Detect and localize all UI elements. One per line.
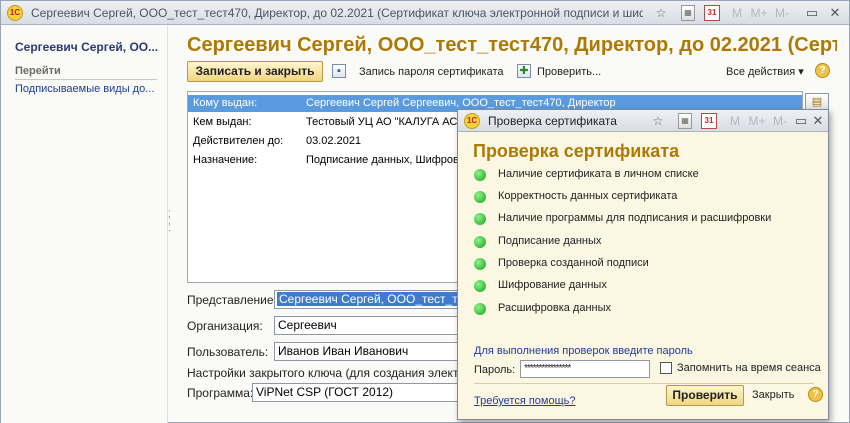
cert-row-value: Сергеевич Сергей Сергеевич, ООО_тест_тес… [306, 97, 616, 109]
password-input[interactable]: **************** [520, 360, 650, 378]
check-certificate-dialog: 1С Проверка сертификата ☆ ▦ 31 M M+ M- ▭… [457, 109, 829, 420]
all-actions-menu[interactable]: Все действия ▾ [726, 65, 804, 79]
main-window-title: Сергеевич Сергей, ООО_тест_тест470, Дире… [31, 6, 643, 20]
memory-m-button[interactable]: M [730, 5, 744, 21]
restore-window-icon[interactable]: ▭ [793, 113, 809, 129]
need-help-link[interactable]: Требуется помощь? [474, 395, 575, 407]
save-icon[interactable]: ▪ [332, 64, 346, 78]
favorite-star-icon[interactable]: ☆ [653, 5, 669, 21]
cert-row-key: Кому выдан: [193, 97, 258, 109]
check-label: Расшифровка данных [498, 302, 612, 314]
program-label: Программа: [187, 386, 254, 400]
cert-row-value: 03.02.2021 [306, 135, 362, 147]
memory-minus-button[interactable]: M- [773, 5, 791, 21]
navigate-section-header: Перейти [15, 65, 157, 80]
status-ok-icon [474, 213, 486, 225]
save-and-close-button[interactable]: Записать и закрыть [187, 61, 323, 82]
1c-logo-icon[interactable]: 1С [7, 5, 23, 21]
check-button[interactable]: Проверить... [537, 65, 601, 79]
memory-m-button[interactable]: M [728, 113, 742, 129]
calculator-icon[interactable]: ▦ [681, 5, 695, 21]
password-hint: Для выполнения проверок введите пароль [474, 345, 693, 357]
dialog-separator [474, 383, 814, 384]
status-ok-icon [474, 236, 486, 248]
favorite-star-icon[interactable]: ☆ [650, 113, 666, 129]
verify-button[interactable]: Проверить [666, 385, 744, 406]
cert-row-key: Действителен до: [193, 135, 284, 147]
main-titlebar: 1С Сергеевич Сергей, ООО_тест_тест470, Д… [1, 1, 849, 25]
1c-logo-icon: 1С [464, 113, 480, 129]
save-password-button[interactable]: Запись пароля сертификата [359, 65, 503, 79]
help-icon[interactable]: ? [815, 63, 830, 78]
key-settings-label: Настройки закрытого ключа (для создания … [187, 366, 467, 380]
dialog-titlebar: 1С Проверка сертификата ☆ ▦ 31 M M+ M- ▭… [458, 110, 828, 132]
user-label: Пользователь: [187, 345, 269, 359]
calendar-icon[interactable]: 31 [704, 5, 720, 21]
left-panel: Сергеевич Сергей, ОО... Перейти Подписыв… [1, 26, 168, 423]
check-cert-icon[interactable]: ✚ [517, 64, 531, 78]
check-label: Шифрование данных [498, 279, 607, 291]
close-window-icon[interactable]: ✕ [810, 113, 826, 129]
status-ok-icon [474, 303, 486, 315]
calculator-icon[interactable]: ▦ [678, 113, 692, 129]
memory-plus-button[interactable]: M+ [748, 113, 766, 129]
remember-checkbox[interactable] [660, 362, 672, 374]
signed-doc-types-link[interactable]: Подписываемые виды до... [15, 83, 154, 95]
close-window-icon[interactable]: ✕ [827, 5, 843, 21]
password-label: Пароль: [474, 364, 516, 376]
restore-window-icon[interactable]: ▭ [804, 5, 820, 21]
left-panel-title: Сергеевич Сергей, ОО... [15, 40, 159, 54]
check-label: Наличие сертификата в личном списке [498, 168, 699, 180]
dialog-heading: Проверка сертификата [473, 141, 680, 161]
cert-row-key: Назначение: [193, 154, 258, 166]
dialog-title: Проверка сертификата [488, 114, 617, 128]
calendar-icon[interactable]: 31 [701, 113, 717, 129]
cert-row-key: Кем выдан: [193, 116, 252, 128]
remember-label[interactable]: Запомнить на время сеанса [677, 362, 821, 374]
memory-minus-button[interactable]: M- [771, 113, 789, 129]
panel-splitter[interactable]: ⁚ ⁚ ⁚ [168, 210, 174, 233]
status-ok-icon [474, 191, 486, 203]
status-ok-icon [474, 169, 486, 181]
program-field[interactable]: ViPNet CSP (ГОСТ 2012) [252, 383, 462, 402]
check-label: Наличие программы для подписания и расши… [498, 212, 772, 224]
memory-plus-button[interactable]: M+ [750, 5, 768, 21]
close-button[interactable]: Закрыть [752, 389, 794, 401]
check-label: Проверка созданной подписи [498, 257, 649, 269]
organization-label: Организация: [187, 319, 263, 333]
status-ok-icon [474, 258, 486, 270]
status-ok-icon [474, 280, 486, 292]
form-title: Сергеевич Сергей, ООО_тест_тест470, Дире… [187, 34, 837, 56]
check-label: Подписание данных [498, 235, 602, 247]
help-icon[interactable]: ? [808, 387, 823, 402]
check-label: Корректность данных сертификата [498, 190, 678, 202]
presentation-label: Представление: [187, 293, 277, 307]
